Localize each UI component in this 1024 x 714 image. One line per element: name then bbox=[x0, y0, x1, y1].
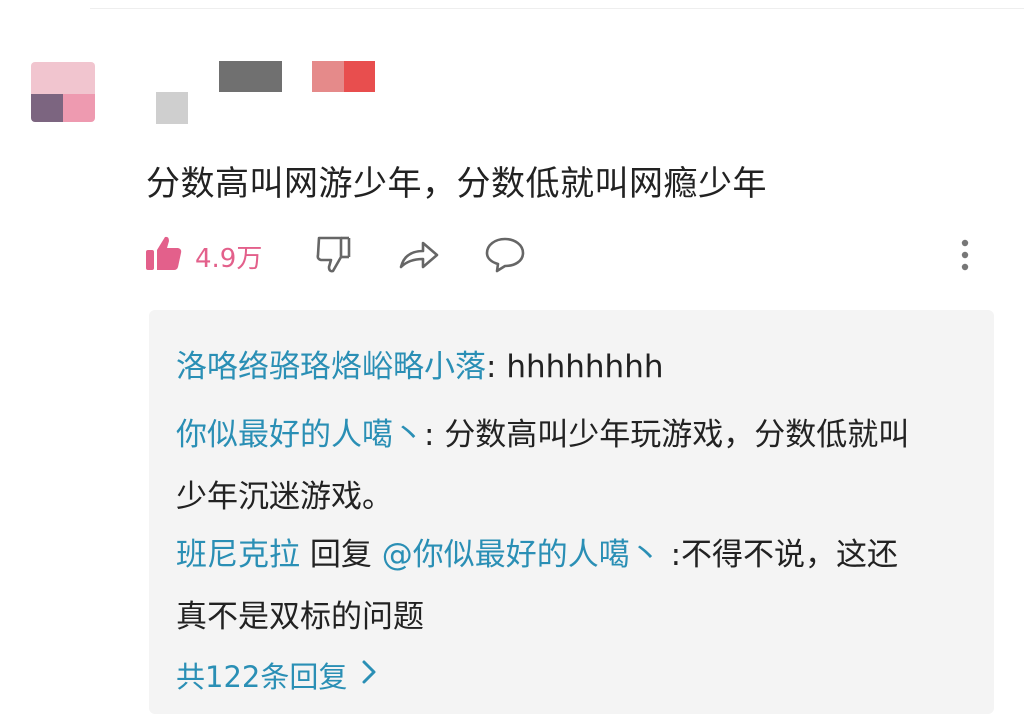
vip-badge-blurred bbox=[344, 61, 375, 92]
comment-actions: 4.9万 bbox=[143, 232, 1003, 282]
reply-username[interactable]: 你似最好的人噶丶 bbox=[176, 417, 424, 453]
reply-item: 洛咯络骆珞烙峪略小落: hhhhhhhh bbox=[176, 349, 664, 385]
timestamp-blurred bbox=[156, 92, 188, 124]
reply-bubble-icon bbox=[483, 233, 527, 279]
dislike-button[interactable] bbox=[313, 232, 355, 280]
more-options-button[interactable] bbox=[955, 232, 975, 280]
reply-item: 你似最好的人噶丶: 分数高叫少年玩游戏，分数低就叫少年沉迷游戏。 bbox=[176, 417, 910, 515]
like-count: 4.9万 bbox=[195, 243, 263, 274]
reply-preview-panel[interactable]: 洛咯络骆珞烙峪略小落: hhhhhhhh 你似最好的人噶丶: 分数高叫少年玩游戏… bbox=[149, 310, 994, 714]
thumb-up-icon bbox=[143, 233, 185, 279]
level-badge-blurred bbox=[312, 61, 344, 92]
like-button[interactable]: 4.9万 bbox=[143, 232, 262, 280]
reply-text: hhhhhhhh bbox=[506, 349, 664, 385]
chevron-right-icon bbox=[361, 658, 377, 693]
avatar[interactable] bbox=[31, 62, 95, 122]
thumb-down-icon bbox=[313, 233, 355, 279]
reply-button[interactable] bbox=[483, 232, 527, 280]
username-blurred[interactable] bbox=[219, 61, 282, 92]
reply-item: 班尼克拉 回复 @你似最好的人噶丶 :不得不说，这还真不是双标的问题 bbox=[176, 537, 899, 635]
share-button[interactable] bbox=[397, 232, 441, 280]
more-vertical-icon bbox=[955, 233, 975, 279]
reply-mention[interactable]: @你似最好的人噶丶 bbox=[382, 537, 661, 573]
comment-text: 分数高叫网游少年，分数低就叫网瘾少年 bbox=[146, 164, 767, 204]
share-icon bbox=[397, 233, 441, 279]
top-divider bbox=[90, 0, 1024, 9]
reply-username[interactable]: 班尼克拉 bbox=[176, 537, 300, 573]
view-all-replies-link[interactable]: 共122条回复 bbox=[176, 654, 377, 696]
reply-username[interactable]: 洛咯络骆珞烙峪略小落 bbox=[176, 349, 486, 385]
